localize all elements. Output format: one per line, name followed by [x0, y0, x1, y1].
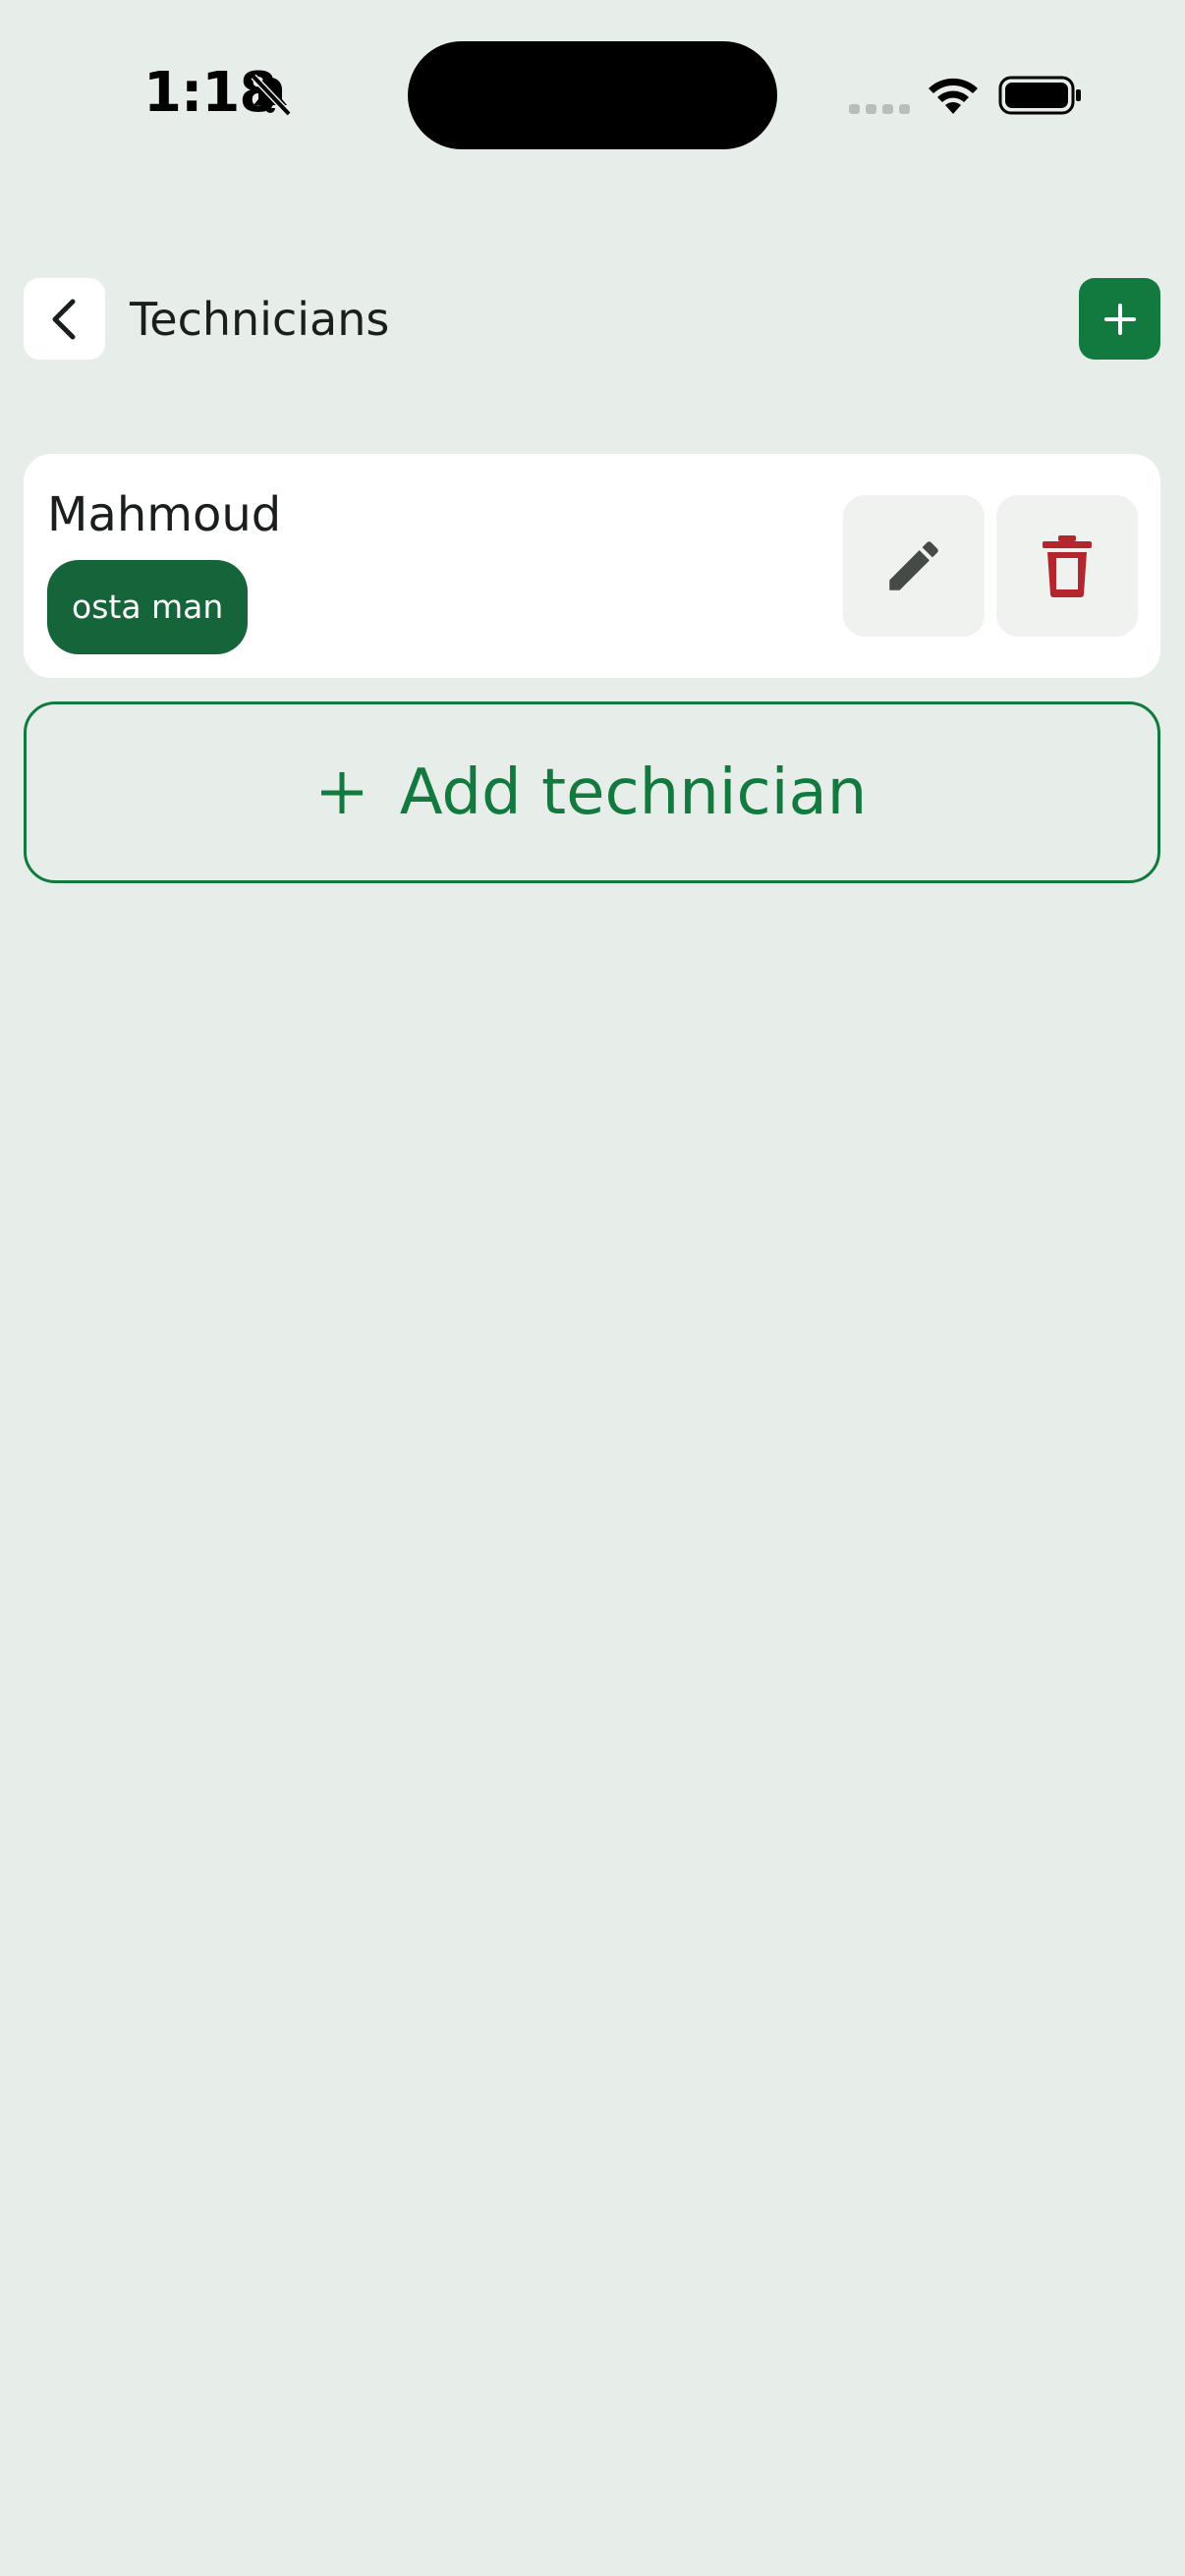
status-bar: 1:18: [0, 0, 1185, 196]
plus-icon: [1103, 303, 1136, 335]
technicians-screen: 1:18 Technicians Mahmoud osta man Add te…: [0, 0, 1185, 2576]
edit-button[interactable]: [843, 495, 985, 637]
back-button[interactable]: [24, 278, 105, 360]
dynamic-island: [408, 41, 777, 149]
role-badge: osta man: [47, 560, 249, 654]
page-title: Technicians: [130, 293, 390, 346]
technician-card: Mahmoud osta man: [24, 454, 1160, 678]
battery-icon: [998, 76, 1081, 115]
plus-icon: [320, 771, 363, 813]
add-button[interactable]: [1079, 278, 1160, 360]
pencil-icon: [889, 541, 938, 590]
add-technician-label: Add technician: [399, 756, 868, 829]
chevron-left-icon: [52, 299, 75, 339]
technician-name: Mahmoud: [47, 487, 282, 542]
wifi-icon: [929, 78, 978, 114]
delete-button[interactable]: [996, 495, 1138, 637]
cellular-signal-icon: [849, 104, 910, 114]
add-technician-button[interactable]: Add technician: [24, 701, 1160, 883]
bell-slash-icon: [251, 74, 292, 117]
trash-icon: [1043, 535, 1092, 597]
